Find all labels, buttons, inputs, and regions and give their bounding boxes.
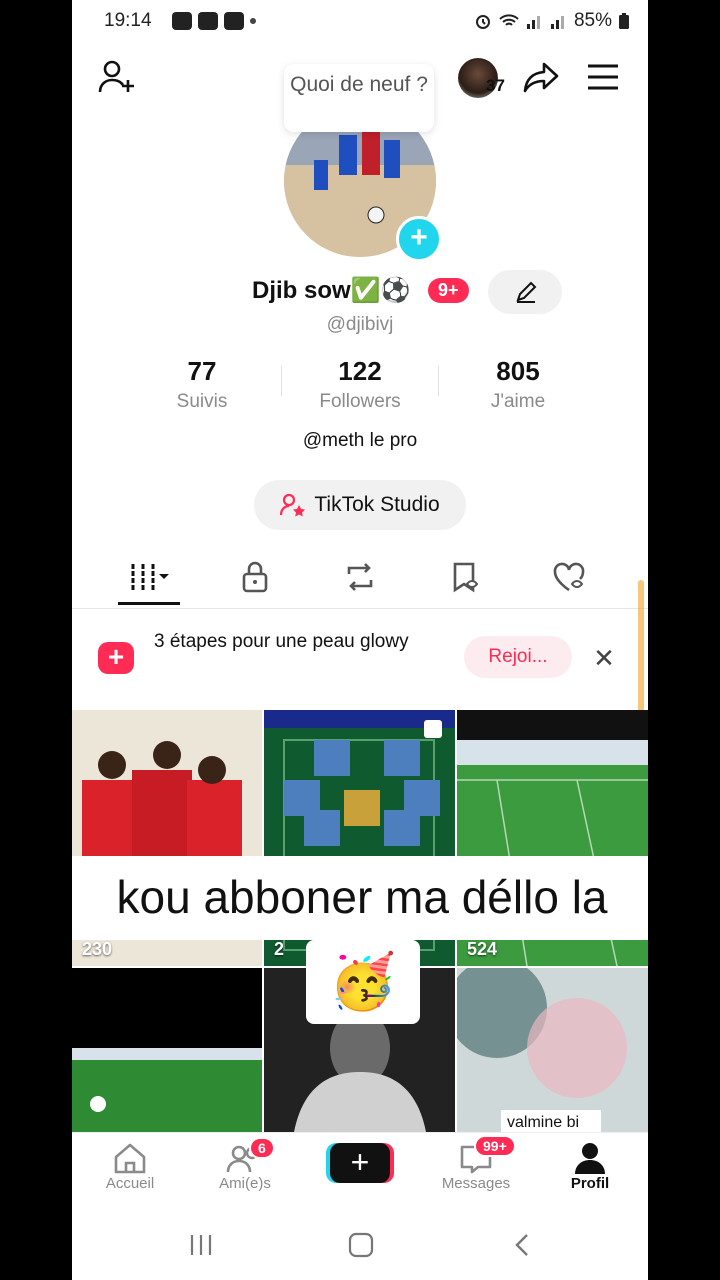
status-bar: 19:14 85% [72,0,648,42]
tab-private[interactable] [225,548,285,606]
notification-badge: 9+ [428,278,469,303]
display-name: Djib sow✅⚽ [252,277,411,304]
stat-divider [438,366,439,396]
nav-home-label: Accueil [105,1175,155,1192]
youtube-icon [198,12,218,30]
lock-icon [242,561,268,593]
share-icon[interactable] [522,58,560,96]
promo-text: 3 étapes pour une peau glowy [154,631,409,652]
edit-profile-button[interactable] [488,270,562,314]
back-icon[interactable] [510,1232,536,1258]
video-label: valmine bi [507,1114,580,1131]
home-icon [114,1143,146,1174]
video-call-icon [172,12,192,30]
bio: @meth le pro [302,430,418,451]
nav-friends-label: Ami(e)s [219,1175,271,1192]
view-count: 230 [82,939,113,959]
tab-favorites[interactable] [436,548,496,606]
stat-label: J'aime [490,391,546,412]
bookmark-hidden-icon [453,562,479,593]
grid-icon [131,564,169,590]
whats-new-bubble[interactable]: Quoi de neuf ? [284,64,434,132]
system-nav-bar [72,1208,648,1280]
nav-home[interactable]: Accueil [80,1141,180,1192]
v-app-icon [224,12,244,30]
friends-badge: 6 [249,1137,275,1159]
stat-divider [281,366,282,396]
pencil-icon [516,281,537,303]
signal-icon [526,16,540,29]
create-button[interactable]: + [330,1143,390,1183]
status-app-icons [172,12,256,30]
messages-badge: 99+ [474,1135,516,1157]
nav-profile-label: Profil [570,1175,610,1192]
stat-likes[interactable]: 805 J'aime [448,356,588,413]
promo-plus-icon: + [98,642,134,674]
repost-icon [347,563,373,591]
recent-apps-icon[interactable] [188,1232,214,1258]
view-count: 524 [467,939,498,959]
stat-value: 805 [496,356,540,386]
bottom-nav: Accueil Ami(e)s 6 + Messages 99+ Profil [72,1132,648,1209]
status-system-icons: 85% [474,10,630,32]
close-icon[interactable]: ✕ [586,638,622,678]
nav-profile[interactable]: Profil [540,1141,640,1192]
menu-icon[interactable] [586,62,620,92]
battery-icon [619,13,629,29]
battery-percent: 85% [573,10,612,31]
video-thumbnail[interactable]: valmine bi [457,968,648,1132]
profile-icon [575,1143,605,1174]
more-notifications-icon [250,18,256,24]
video-thumbnail[interactable] [72,968,262,1132]
home-button-icon[interactable] [348,1232,374,1258]
stat-label: Followers [319,391,401,412]
tab-videos[interactable] [120,548,180,606]
nav-messages[interactable]: Messages 99+ [426,1135,526,1192]
add-story-button[interactable]: + [396,216,442,262]
caption-text: kou abboner ma déllo la [116,871,608,923]
nav-messages-label: Messages [441,1175,511,1192]
studio-label: TikTok Studio [314,493,440,516]
wifi-icon [499,14,519,26]
status-time: 19:14 [104,10,152,31]
heart-hidden-icon [553,562,585,592]
party-emoji: 🥳 [306,940,420,1024]
tab-reposts[interactable] [330,548,390,606]
active-tab-indicator [118,602,180,605]
video-image [457,968,648,1132]
studio-icon [280,493,306,517]
stat-value: 77 [187,356,217,386]
stat-value: 122 [338,356,382,386]
username: @djibivj [326,314,394,335]
promo-banner[interactable]: + 3 étapes pour une peau glowy Rejoi... … [72,612,648,704]
alarm-icon [475,15,490,29]
promo-join-button[interactable]: Rejoi... [464,636,572,678]
view-count: 2 [274,939,285,959]
stat-label: Suivis [176,391,228,412]
tiktok-studio-button[interactable]: TikTok Studio [254,480,466,530]
friend-count: 37 [486,76,505,95]
stat-following[interactable]: 77 Suivis [132,356,272,413]
video-image [72,1048,262,1132]
screen: 19:14 85% 37 + Quoi de neuf ? Djib sow✅⚽… [72,0,648,1280]
signal-icon-2 [550,16,564,29]
nav-friends[interactable]: Ami(e)s 6 [195,1137,295,1192]
stat-followers[interactable]: 122 Followers [290,356,430,413]
tab-liked[interactable] [540,548,600,606]
profile-tabs [72,548,648,609]
add-friend-icon[interactable] [98,58,136,96]
